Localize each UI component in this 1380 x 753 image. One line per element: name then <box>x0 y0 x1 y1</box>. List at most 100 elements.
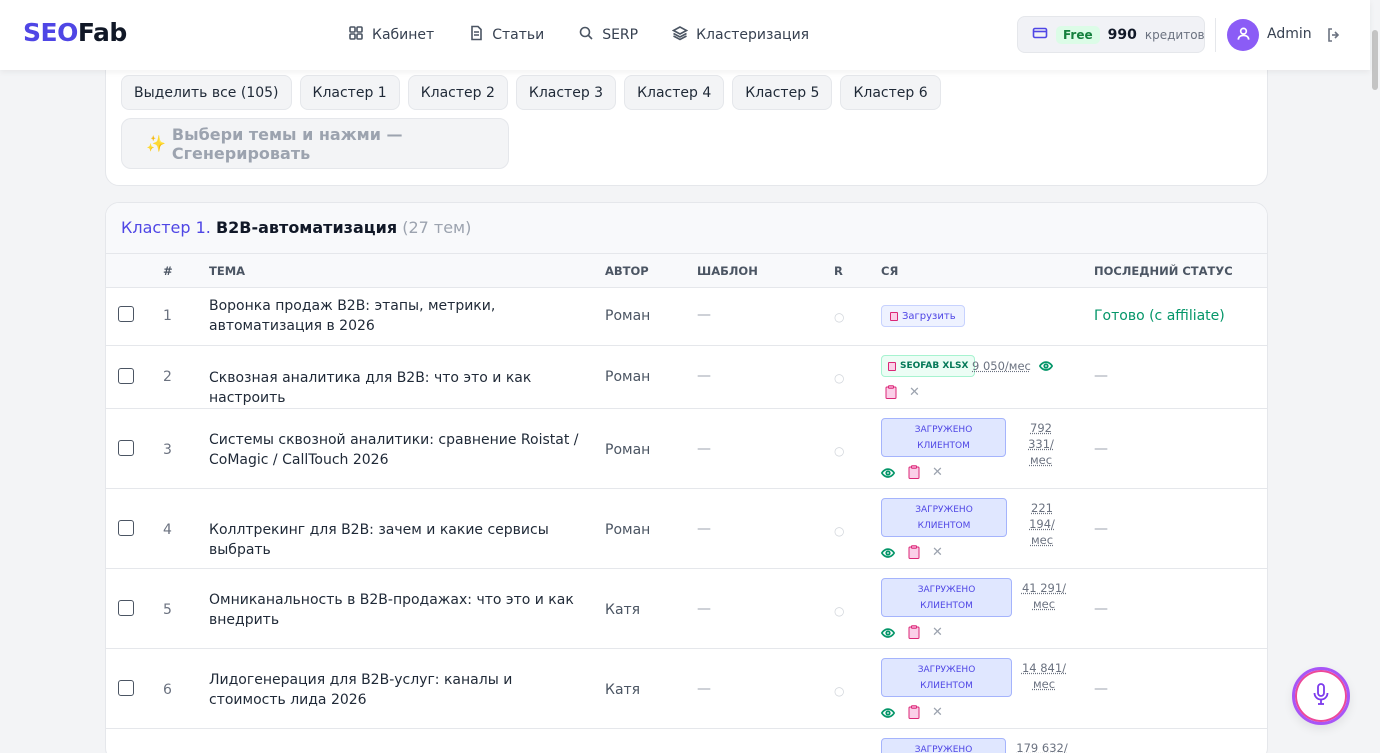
row-topic[interactable]: Омниканальность в B2B-продажах: что это … <box>209 590 589 630</box>
scrollbar-track[interactable] <box>1370 0 1380 753</box>
logo-fab: Fab <box>77 18 127 47</box>
col-template[interactable]: Шаблон <box>697 264 758 278</box>
freq-line-1: 792 331/ <box>1028 421 1054 451</box>
chip-cluster-2[interactable]: Кластер 2 <box>407 75 508 110</box>
freq-line-1: 179 632/ <box>1016 741 1068 753</box>
row-status: — <box>1094 601 1108 617</box>
cluster-card: Кластер 1. B2B-автоматизация (27 тем) # … <box>105 202 1268 753</box>
row-checkbox[interactable] <box>118 440 134 456</box>
frequency-value[interactable]: 221 194/ мес <box>1017 500 1067 548</box>
loaded-line-2: КЛИЕНТОМ <box>920 681 973 691</box>
loaded-line-1: ЗАГРУЖЕНО <box>917 585 976 595</box>
upload-button[interactable]: Загрузить <box>881 305 965 327</box>
row-author: Роман <box>605 442 651 458</box>
chip-cluster-1[interactable]: Кластер 1 <box>299 75 400 110</box>
row-topic[interactable]: Системы сквозной аналитики: сравнение Ro… <box>209 430 589 470</box>
row-topic[interactable]: Коллтрекинг для B2B: зачем и какие серви… <box>209 520 589 560</box>
loaded-by-client-tag[interactable]: ЗАГРУЖЕНО КЛИЕНТОМ <box>881 578 1012 617</box>
chip-cluster-3[interactable]: Кластер 3 <box>515 75 617 110</box>
frequency-value[interactable]: 14 841/ мес <box>1020 660 1068 692</box>
row-topic[interactable]: Воронка продаж B2B: этапы, метрики, авто… <box>209 296 589 336</box>
clipboard-icon[interactable] <box>908 545 920 559</box>
remove-icon[interactable]: ✕ <box>932 546 943 560</box>
table-row: ЗАГРУЖЕНО 179 632/ <box>106 729 1267 753</box>
row-r-indicator: ○ <box>834 371 845 385</box>
eye-icon[interactable] <box>880 546 896 560</box>
remove-icon[interactable]: ✕ <box>932 626 943 640</box>
remove-icon[interactable]: ✕ <box>909 386 920 400</box>
row-checkbox[interactable] <box>118 306 134 322</box>
chip-cluster-5[interactable]: Кластер 5 <box>732 75 833 110</box>
row-checkbox[interactable] <box>118 680 134 696</box>
xlsx-tag[interactable]: SEOFAB XLSX <box>881 355 976 377</box>
cluster-name: B2B-автоматизация <box>215 218 398 237</box>
row-topic[interactable]: Лидогенерация для B2B-услуг: каналы и ст… <box>209 670 589 710</box>
chip-cluster-4[interactable]: Кластер 4 <box>624 75 725 110</box>
col-sya: СЯ <box>881 264 899 278</box>
loaded-by-client-tag[interactable]: ЗАГРУЖЕНО <box>881 738 1006 753</box>
eye-icon[interactable] <box>880 626 896 640</box>
col-r: R <box>834 264 843 278</box>
clipboard-icon[interactable] <box>908 465 920 479</box>
clipboard-icon[interactable] <box>885 385 897 399</box>
table-header: # Тема Автор Шаблон R СЯ Последний стату… <box>106 254 1267 288</box>
row-r-indicator: ○ <box>834 310 845 324</box>
search-icon <box>578 25 594 45</box>
clipboard-icon[interactable] <box>908 705 920 719</box>
nav-label: SERP <box>602 27 639 43</box>
loaded-by-client-tag[interactable]: ЗАГРУЖЕНО КЛИЕНТОМ <box>881 418 1006 457</box>
loaded-by-client-tag[interactable]: ЗАГРУЖЕНО КЛИЕНТОМ <box>881 658 1012 697</box>
top-header: SEOFab Кабинет Статьи SERP Кластеризация… <box>0 0 1370 70</box>
nav-item-cabinet[interactable]: Кабинет <box>348 25 434 45</box>
row-checkbox[interactable] <box>118 520 134 536</box>
nav-item-serp[interactable]: SERP <box>578 25 638 45</box>
row-checkbox[interactable] <box>118 600 134 616</box>
row-topic[interactable]: Сквозная аналитика для B2B: что это и ка… <box>209 368 589 408</box>
row-index: 5 <box>163 602 172 618</box>
credits-panel[interactable]: Free 990 кредитов <box>1017 16 1205 53</box>
frequency-value[interactable]: 41 291/ мес <box>1020 580 1068 612</box>
plan-badge: Free <box>1056 25 1100 44</box>
frequency-value[interactable]: 9 050/мес <box>972 358 1031 374</box>
row-status: Готово (с affiliate) <box>1094 308 1225 324</box>
nav-item-clustering[interactable]: Кластеризация <box>671 25 810 45</box>
chip-select-all[interactable]: Выделить все (105) <box>121 75 292 110</box>
upload-label: Загрузить <box>902 310 956 322</box>
col-status[interactable]: Последний статус <box>1094 264 1233 278</box>
remove-icon[interactable]: ✕ <box>932 706 943 720</box>
cluster-topic-count: (27 тем) <box>402 218 472 237</box>
grid-icon <box>348 25 364 45</box>
row-author: Роман <box>605 369 651 385</box>
nav-label: Кластеризация <box>696 27 810 43</box>
user-name[interactable]: Admin <box>1267 26 1312 42</box>
eye-icon[interactable] <box>1038 359 1054 373</box>
cluster-chips: Выделить все (105) Кластер 1 Кластер 2 К… <box>121 75 941 110</box>
row-index: 3 <box>163 442 172 458</box>
avatar[interactable] <box>1227 19 1259 51</box>
loaded-by-client-tag[interactable]: ЗАГРУЖЕНО КЛИЕНТОМ <box>881 498 1007 537</box>
frequency-value[interactable]: 792 331/ мес <box>1016 420 1066 468</box>
row-checkbox[interactable] <box>118 368 134 384</box>
cluster-number: Кластер 1. <box>121 218 211 237</box>
layers-icon <box>671 25 689 45</box>
chip-cluster-6[interactable]: Кластер 6 <box>840 75 941 110</box>
loaded-line-2: КЛИЕНТОМ <box>920 601 973 611</box>
voice-input-button[interactable] <box>1292 667 1350 725</box>
eye-icon[interactable] <box>880 706 896 720</box>
clipboard-icon[interactable] <box>908 625 920 639</box>
freq-line-1: 14 841/ <box>1021 661 1067 675</box>
logout-icon[interactable] <box>1326 27 1342 43</box>
frequency-value[interactable]: 179 632/ <box>1016 740 1068 753</box>
col-topic[interactable]: Тема <box>209 264 245 278</box>
generate-button[interactable]: ✨ Выбери темы и нажми — Сгенерировать <box>121 118 509 169</box>
eye-icon[interactable] <box>880 466 896 480</box>
col-author[interactable]: Автор <box>605 264 649 278</box>
row-index: 4 <box>163 522 172 538</box>
table-row: 5 Омниканальность в B2B-продажах: что эт… <box>106 569 1267 649</box>
row-template: — <box>697 441 711 457</box>
remove-icon[interactable]: ✕ <box>932 466 943 480</box>
row-index: 1 <box>163 308 172 324</box>
nav-item-articles[interactable]: Статьи <box>468 25 544 45</box>
logo[interactable]: SEOFab <box>23 18 127 47</box>
scrollbar-thumb[interactable] <box>1372 30 1378 90</box>
